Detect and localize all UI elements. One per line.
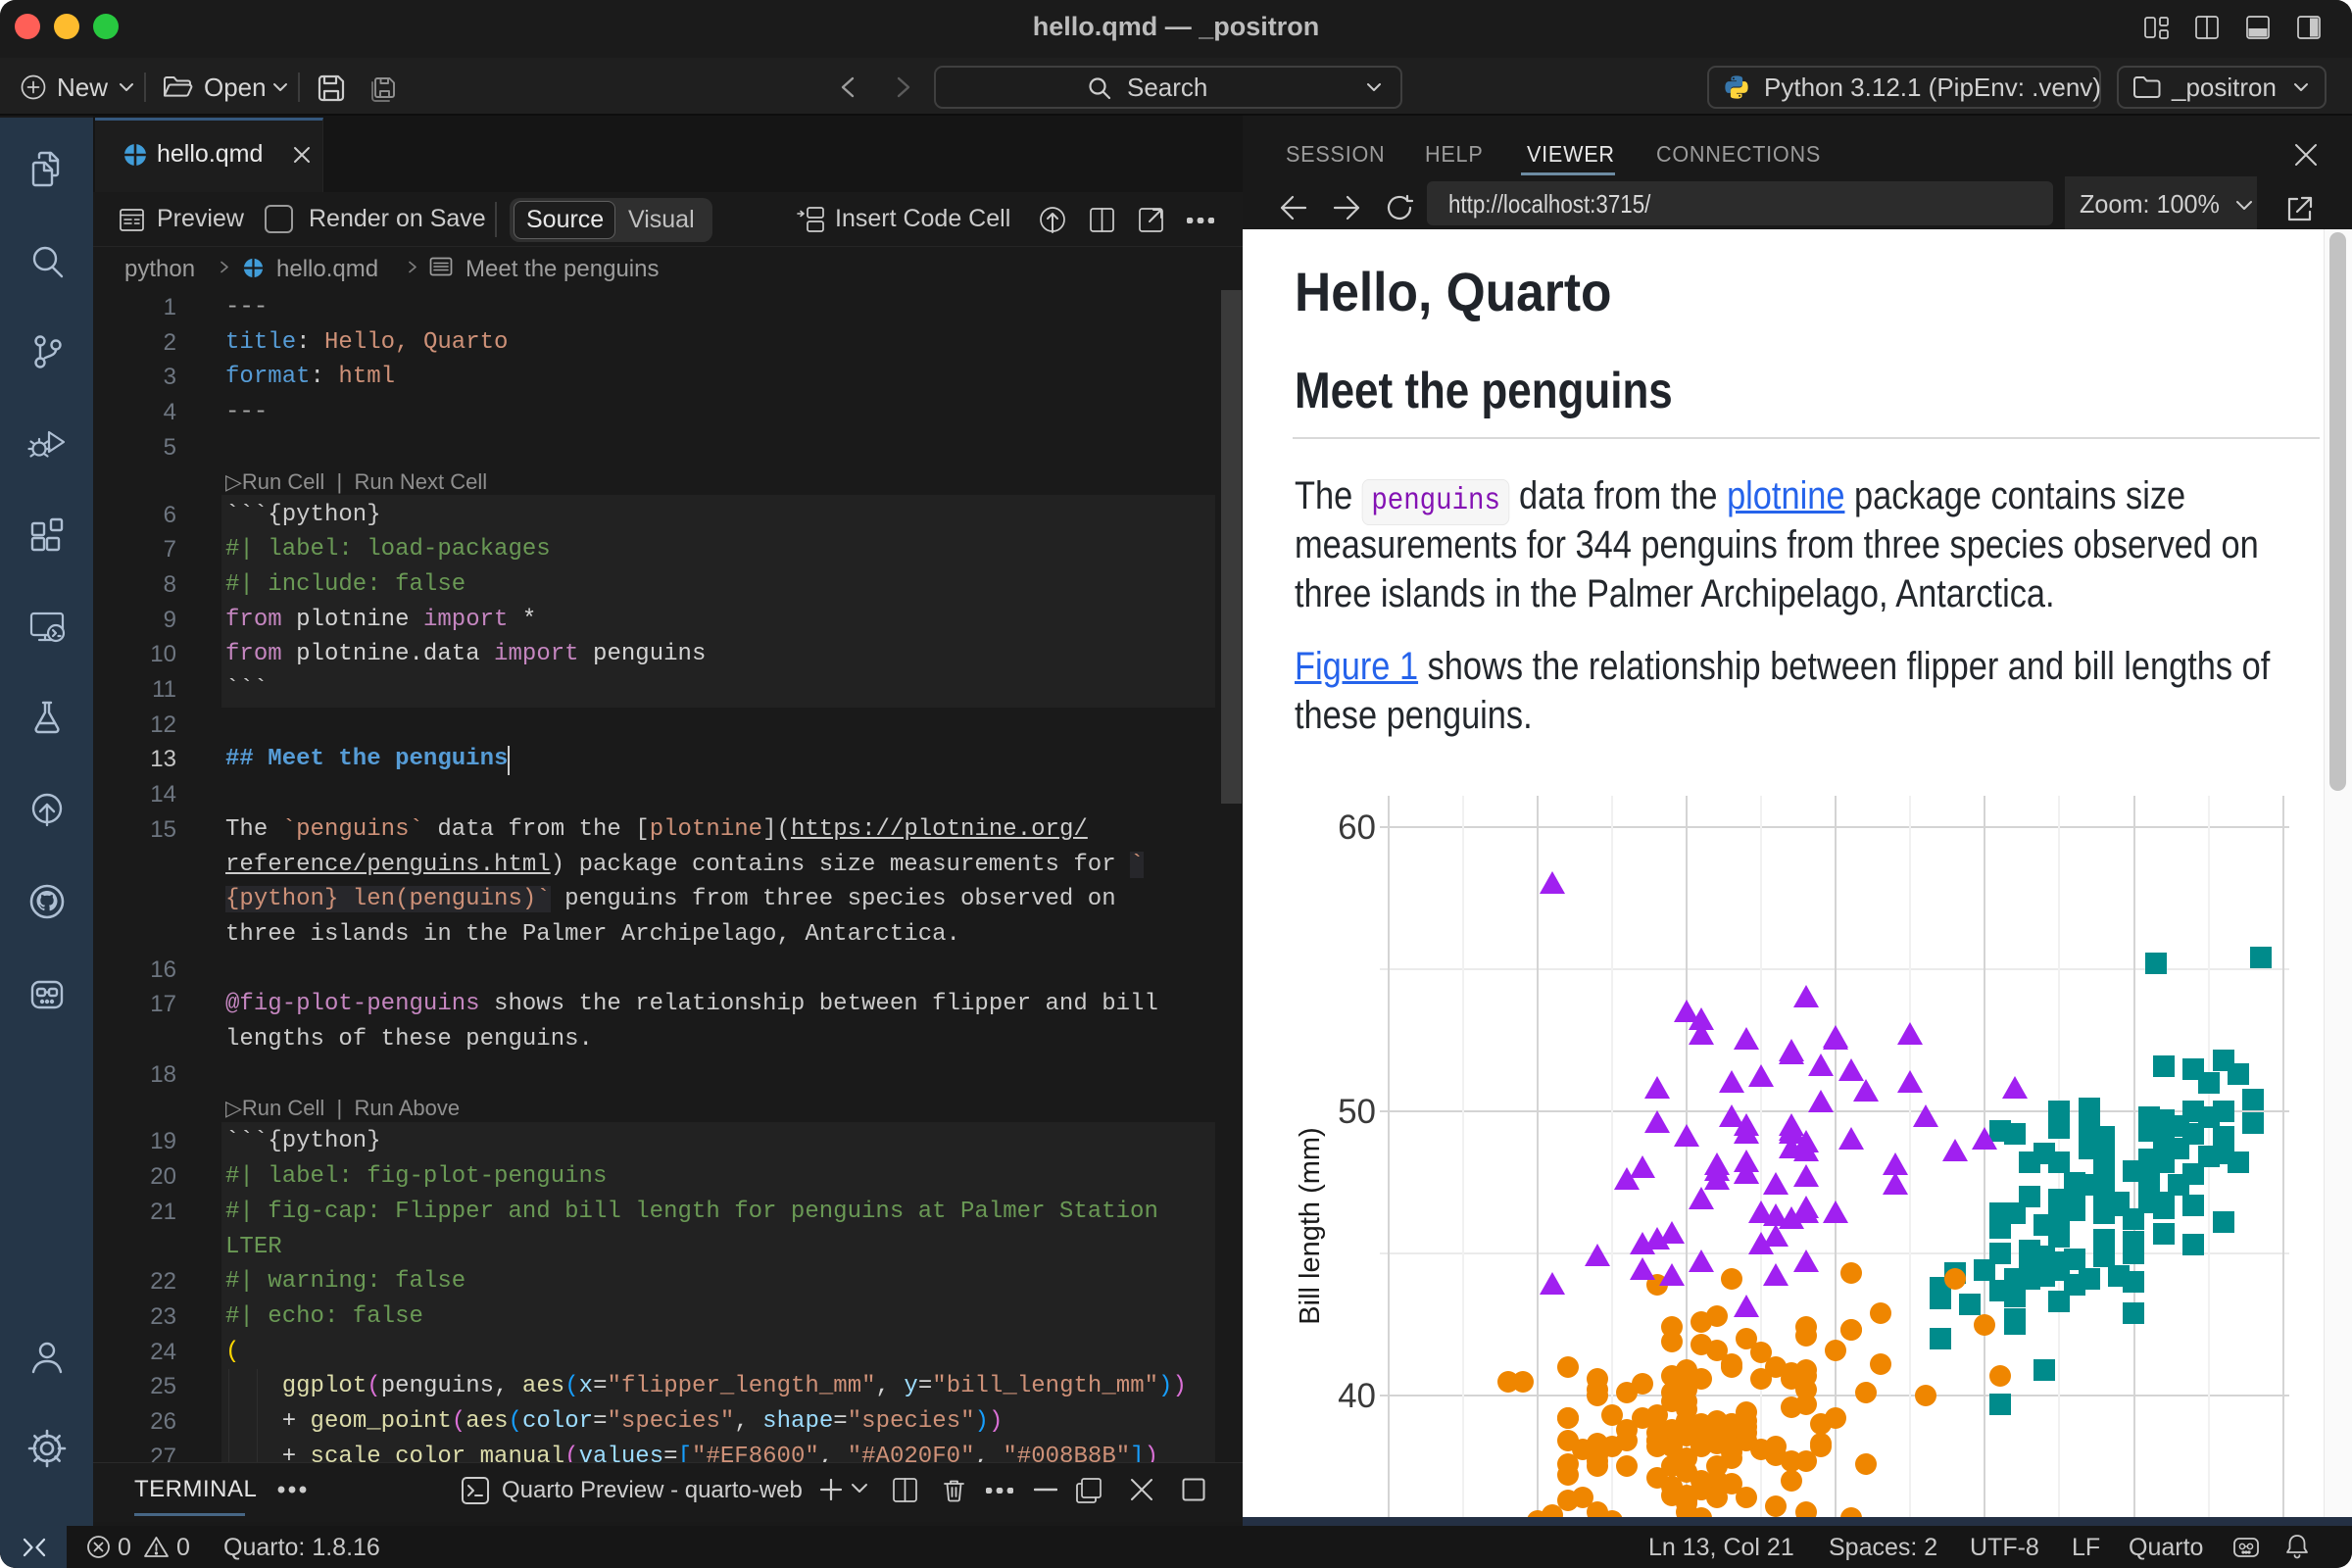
svg-text:40: 40 xyxy=(1338,1377,1376,1415)
svg-text:60: 60 xyxy=(1338,808,1376,847)
svg-text:50: 50 xyxy=(1338,1093,1376,1131)
svg-text:Bill length (mm): Bill length (mm) xyxy=(1295,1127,1326,1324)
